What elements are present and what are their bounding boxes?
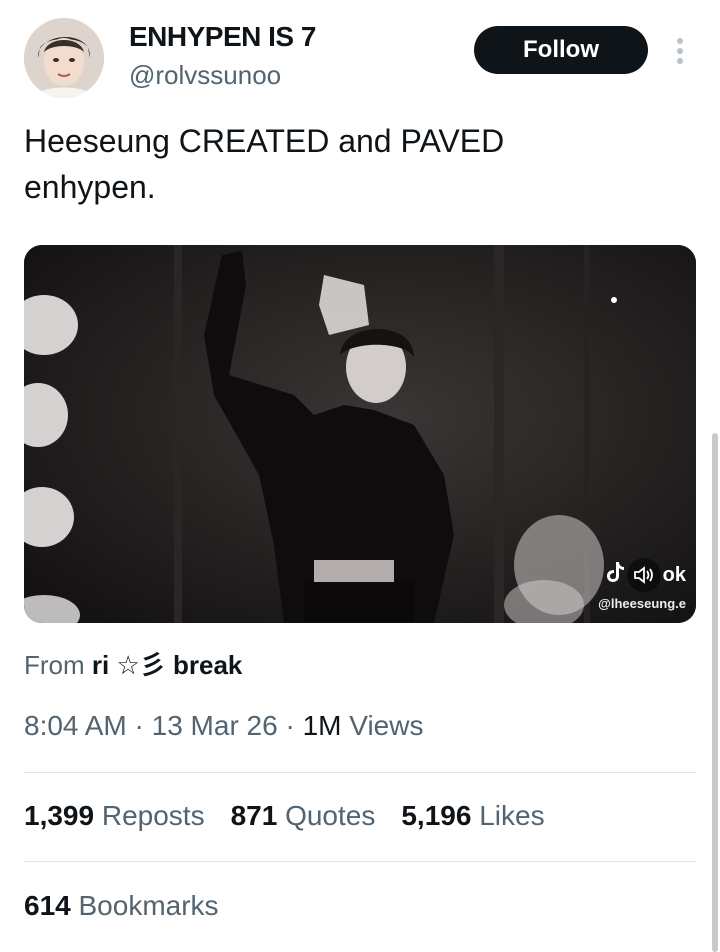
reposts-count: 1,399: [24, 800, 95, 831]
quotes-stat[interactable]: 871 Quotes: [231, 800, 376, 832]
likes-count: 5,196: [401, 800, 472, 831]
likes-stat[interactable]: 5,196 Likes: [401, 800, 544, 832]
tweet-text: Heeseung CREATED and PAVED enhypen.: [24, 118, 684, 210]
meta-separator: ·: [285, 710, 295, 741]
quotes-label: Quotes: [285, 800, 376, 831]
author-handle[interactable]: @rolvssunoo: [129, 60, 281, 91]
meta-separator: ·: [134, 710, 144, 741]
tweet-text-line: Heeseung CREATED and PAVED: [24, 123, 505, 159]
scrollbar[interactable]: [712, 433, 718, 952]
avatar[interactable]: [24, 18, 104, 98]
more-options-icon[interactable]: [668, 36, 692, 66]
video-frame: [24, 245, 696, 623]
views-count: 1M: [302, 710, 342, 741]
source-name-link[interactable]: ri ☆彡 break: [92, 650, 242, 680]
follow-button[interactable]: Follow: [474, 26, 648, 74]
bookmarks-stat[interactable]: 614 Bookmarks: [24, 890, 219, 922]
tweet-time[interactable]: 8:04 AM: [24, 710, 127, 741]
views-label: Views: [349, 710, 424, 741]
source-prefix: From: [24, 650, 85, 680]
author-display-name[interactable]: ENHYPEN IS 7: [129, 21, 316, 53]
speaker-muted-icon[interactable]: [626, 558, 661, 592]
engagement-stats: 1,399 Reposts 871 Quotes 5,196 Likes: [24, 800, 545, 832]
tweet-date[interactable]: 13 Mar 26: [152, 710, 278, 741]
avatar-photo: [24, 18, 104, 98]
video-player[interactable]: ok @lheeseung.e: [24, 245, 696, 623]
tweet-source: From ri ☆彡 break: [24, 645, 242, 682]
tiktok-watermark: ok @lheeseung.e: [598, 558, 686, 611]
quotes-count: 871: [230, 800, 278, 831]
divider: [24, 772, 696, 773]
tweet-meta: 8:04 AM · 13 Mar 26 · 1M Views: [24, 710, 423, 742]
likes-label: Likes: [479, 800, 545, 831]
reposts-stat[interactable]: 1,399 Reposts: [24, 800, 205, 832]
tiktok-logo-icon: [605, 561, 625, 589]
tiktok-brand-label: ok: [662, 563, 686, 586]
bookmarks-count: 614: [24, 890, 71, 921]
tiktok-username: @lheeseung.e: [598, 596, 686, 611]
tweet-text-line: enhypen.: [24, 169, 156, 205]
bookmarks-label: Bookmarks: [78, 890, 219, 921]
divider: [24, 861, 696, 862]
reposts-label: Reposts: [101, 800, 205, 831]
